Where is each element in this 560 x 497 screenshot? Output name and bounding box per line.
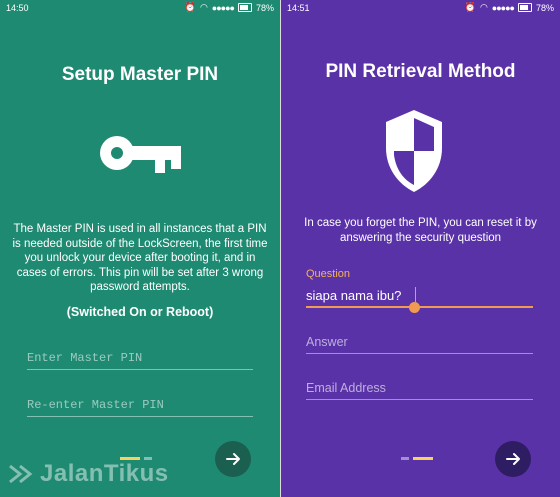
watermark-logo: JalanTikus (8, 460, 169, 488)
next-button[interactable] (495, 441, 531, 477)
status-time: 14:50 (6, 3, 29, 13)
status-bar: 14:50 ⏰ ◠ ●●●●● 78% (0, 0, 280, 16)
battery-percent: 78% (535, 2, 554, 13)
email-field[interactable] (306, 377, 533, 400)
switched-on-note: (Switched On or Reboot) (66, 305, 214, 319)
page-title: PIN Retrieval Method (325, 61, 516, 82)
battery-icon (237, 3, 252, 12)
shield-icon (386, 110, 442, 192)
page-dot (401, 457, 409, 460)
status-bar: 14:51 ⏰ ◠ ●●●●● 78% (281, 0, 560, 16)
app-screens: 14:50 ⏰ ◠ ●●●●● 78% Setup Master PIN The… (0, 0, 560, 497)
jalantikus-logo-icon (9, 464, 33, 484)
text-cursor (415, 287, 416, 302)
answer-field[interactable] (306, 331, 533, 354)
watermark-text: JalanTikus (40, 460, 169, 487)
description-text: In case you forget the PIN, you can rese… (304, 217, 537, 244)
battery-percent: 78% (255, 2, 274, 13)
reenter-pin-input[interactable] (27, 394, 253, 416)
question-field[interactable]: siapa nama ibu? (306, 284, 533, 313)
page-indicator (401, 457, 433, 460)
pin-retrieval-screen: 14:51 ⏰ ◠ ●●●●● 78% PIN Retrieval Method… (281, 0, 560, 497)
arrow-right-icon (506, 453, 520, 465)
next-button[interactable] (215, 441, 251, 477)
alarm-icon: ⏰ (184, 2, 196, 12)
signal-icon: ●●●●● (491, 2, 515, 13)
alarm-icon: ⏰ (464, 2, 476, 12)
question-label: Question (306, 268, 351, 280)
battery-icon (517, 3, 532, 12)
wifi-icon: ◠ (479, 2, 488, 12)
enter-pin-field[interactable] (27, 347, 253, 370)
page-title: Setup Master PIN (61, 64, 219, 85)
status-time: 14:51 (287, 3, 310, 13)
signal-icon: ●●●●● (211, 2, 235, 13)
cursor-handle[interactable] (409, 302, 420, 313)
description-text: The Master PIN is used in all instances … (12, 223, 268, 293)
email-input[interactable] (306, 377, 533, 399)
enter-pin-input[interactable] (27, 347, 253, 369)
answer-input[interactable] (306, 331, 533, 353)
key-icon (100, 136, 181, 173)
question-value: siapa nama ibu? (306, 288, 402, 303)
reenter-pin-field[interactable] (27, 394, 253, 417)
page-dot-active (413, 457, 433, 460)
wifi-icon: ◠ (199, 2, 208, 12)
setup-master-pin-screen: 14:50 ⏰ ◠ ●●●●● 78% Setup Master PIN The… (0, 0, 280, 497)
arrow-right-icon (226, 453, 240, 465)
